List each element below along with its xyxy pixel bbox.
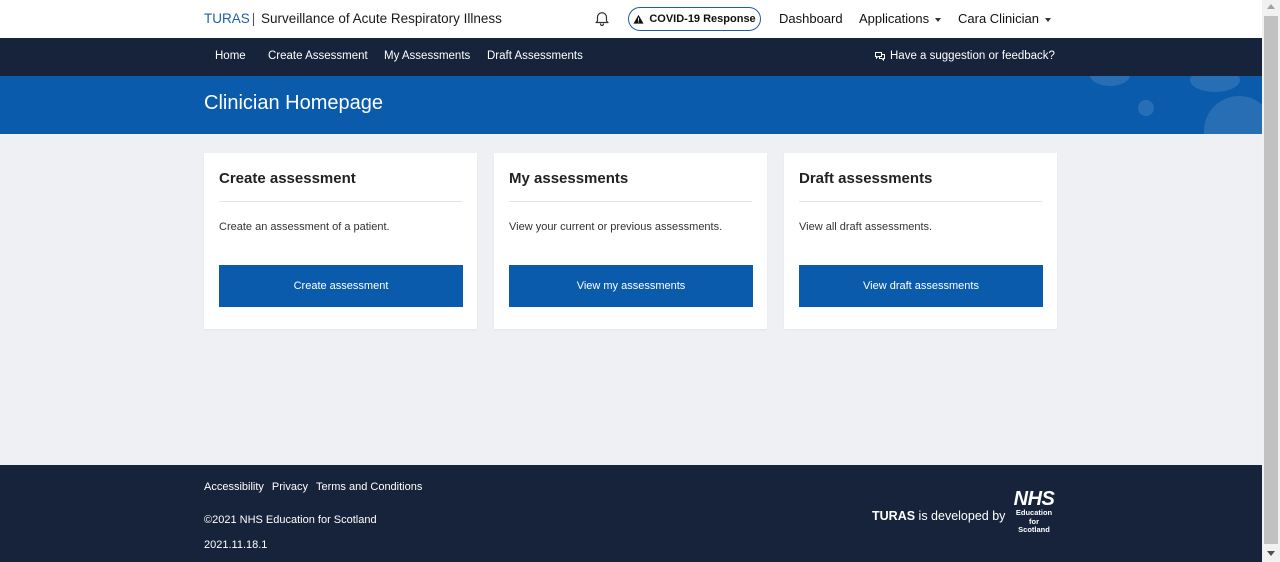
page-title: Clinician Homepage	[204, 92, 383, 114]
decorative-bubble	[1138, 100, 1154, 116]
chevron-down-icon	[935, 17, 942, 22]
card-description: View your current or previous assessment…	[509, 221, 723, 233]
applications-menu[interactable]: Applications	[859, 11, 942, 26]
nav-create-assessment[interactable]: Create Assessment	[268, 50, 368, 62]
developed-by-text: TURAS is developed by	[872, 509, 1005, 523]
main-nav: Home Create Assessment My Assessments Dr…	[0, 38, 1262, 76]
view-my-assessments-button[interactable]: View my assessments	[509, 265, 753, 307]
privacy-link[interactable]: Privacy	[272, 481, 308, 493]
scroll-down-icon[interactable]	[1267, 551, 1275, 556]
draft-assessments-card: Draft assessments View all draft assessm…	[784, 153, 1057, 329]
developed-brand: TURAS	[872, 509, 916, 523]
decorative-bubble	[1190, 76, 1240, 92]
accessibility-link[interactable]: Accessibility	[204, 481, 264, 493]
warning-icon	[633, 14, 644, 24]
nav-my-assessments[interactable]: My Assessments	[384, 50, 470, 62]
chevron-down-icon	[1044, 17, 1051, 22]
top-header: TURAS | Surveillance of Acute Respiratory…	[0, 0, 1262, 38]
nhs-education-logo[interactable]: NHS Education for Scotland	[1008, 489, 1060, 543]
covid-response-button[interactable]: COVID-19 Response	[628, 7, 761, 31]
card-divider	[509, 201, 752, 202]
card-description: Create an assessment of a patient.	[219, 221, 390, 233]
footer-links: Accessibility Privacy Terms and Conditio…	[204, 481, 422, 493]
app-name: Surveillance of Acute Respiratory Illnes…	[261, 11, 502, 26]
dashboard-link[interactable]: Dashboard	[779, 11, 843, 26]
create-assessment-button[interactable]: Create assessment	[219, 265, 463, 307]
user-name: Cara Clinician	[958, 11, 1039, 26]
feedback-label: Have a suggestion or feedback?	[890, 50, 1055, 62]
card-divider	[799, 201, 1042, 202]
brand-title[interactable]: TURAS | Surveillance of Acute Respiratory…	[204, 11, 502, 26]
view-draft-assessments-button[interactable]: View draft assessments	[799, 265, 1043, 307]
decorative-bubble	[1090, 76, 1130, 86]
page-banner: Clinician Homepage	[0, 76, 1262, 134]
footer: Accessibility Privacy Terms and Conditio…	[0, 465, 1262, 562]
bell-icon[interactable]	[593, 9, 611, 27]
card-divider	[219, 201, 462, 202]
card-title: Create assessment	[219, 170, 356, 187]
my-assessments-card: My assessments View your current or prev…	[494, 153, 767, 329]
logo-nhs: NHS	[1013, 488, 1055, 510]
comments-icon	[875, 51, 885, 61]
brand-separator: |	[251, 11, 256, 26]
user-menu[interactable]: Cara Clinician	[958, 11, 1051, 26]
create-assessment-card: Create assessment Create an assessment o…	[204, 153, 477, 329]
scrollbar-thumb[interactable]	[1264, 16, 1278, 544]
card-title: Draft assessments	[799, 170, 933, 187]
copyright-text: ©2021 NHS Education for Scotland	[204, 514, 377, 526]
decorative-bubble	[1204, 96, 1262, 134]
card-description: View all draft assessments.	[799, 221, 933, 233]
covid-response-label: COVID-19 Response	[649, 13, 756, 25]
applications-label: Applications	[859, 11, 930, 26]
developed-by-label: is developed by	[915, 509, 1006, 523]
feedback-link[interactable]: Have a suggestion or feedback?	[874, 50, 1055, 62]
logo-line3: Scotland	[1018, 525, 1050, 534]
vertical-scrollbar[interactable]	[1262, 0, 1280, 562]
brand-turas: TURAS	[204, 11, 250, 26]
nav-draft-assessments[interactable]: Draft Assessments	[487, 50, 583, 62]
nav-home[interactable]: Home	[215, 50, 246, 62]
version-text: 2021.11.18.1	[204, 539, 268, 551]
card-title: My assessments	[509, 170, 629, 187]
scroll-up-icon[interactable]	[1267, 4, 1275, 9]
terms-link[interactable]: Terms and Conditions	[316, 481, 422, 493]
